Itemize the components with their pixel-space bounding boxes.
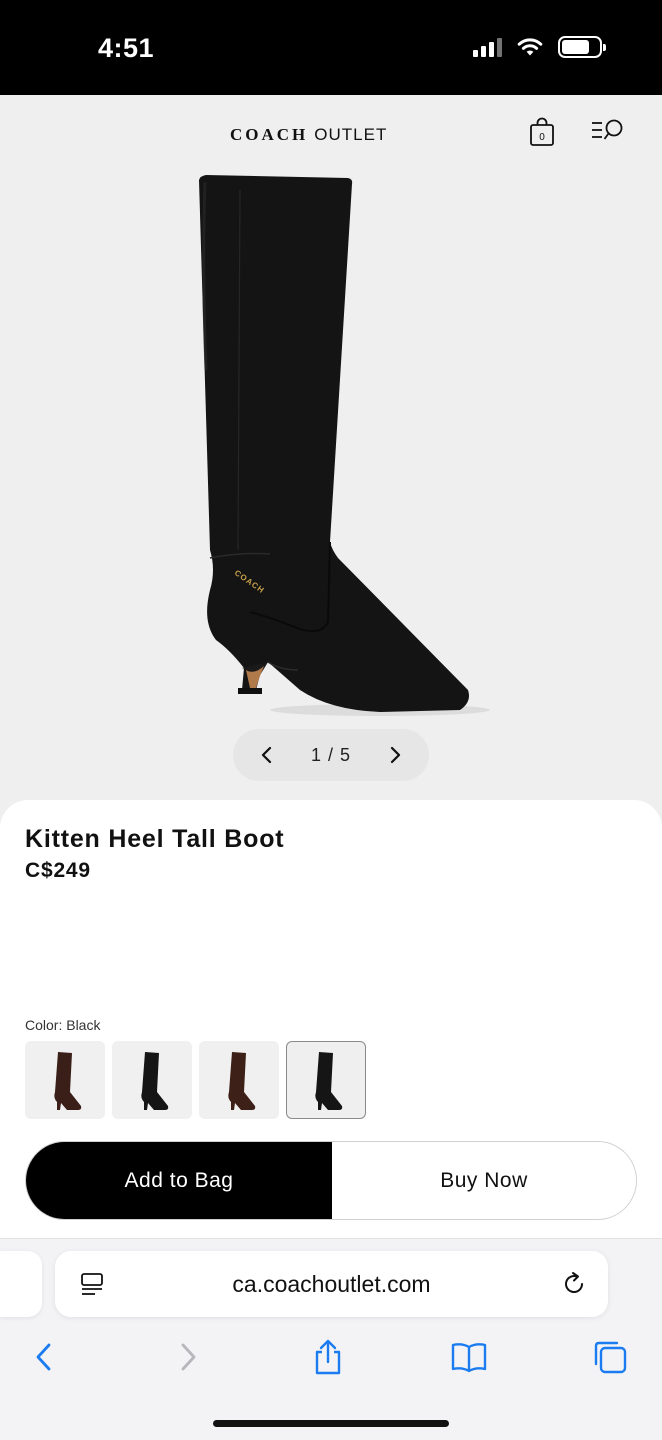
boot-thumbnail [54, 1052, 82, 1110]
status-icons [473, 36, 606, 58]
image-counter: 1 / 5 [310, 744, 352, 765]
brand-logo[interactable]: COACH OUTLET [230, 125, 387, 145]
tabs-button[interactable] [588, 1335, 632, 1379]
bookmarks-button[interactable] [447, 1335, 491, 1379]
add-to-bag-button[interactable]: Add to Bag [26, 1142, 332, 1219]
swatch-black[interactable] [112, 1041, 192, 1119]
reload-icon[interactable] [560, 1270, 588, 1298]
share-button[interactable] [306, 1335, 350, 1379]
product-info-card: Kitten Heel Tall Boot C$249 Color: Black… [0, 800, 662, 1240]
image-pager: 1 / 5 [233, 729, 429, 781]
bookmarks-icon [451, 1343, 487, 1373]
forward-icon [181, 1343, 196, 1371]
status-bar: 4:51 [0, 0, 662, 95]
tabs-icon [594, 1341, 627, 1374]
swatch-brown-2[interactable] [199, 1041, 279, 1119]
product-price: C$249 [25, 859, 91, 882]
cellular-signal-icon [473, 37, 502, 57]
product-title: Kitten Heel Tall Boot [25, 825, 285, 853]
share-icon [315, 1339, 341, 1375]
status-time: 4:51 [98, 33, 155, 63]
purchase-buttons: Add to Bag Buy Now [25, 1141, 637, 1220]
product-gallery[interactable]: COACH OUTLET 0 COACH 1 / 5 [0, 95, 662, 825]
forward-button[interactable] [166, 1335, 210, 1379]
browser-toolbar [0, 1335, 662, 1379]
chevron-left-icon [261, 746, 272, 764]
product-image[interactable]: COACH [180, 170, 490, 730]
boot-thumbnail [141, 1052, 169, 1110]
boot-thumbnail [315, 1052, 343, 1110]
previous-tab-peek[interactable] [0, 1251, 42, 1317]
boot-thumbnail [228, 1052, 256, 1110]
next-image-button[interactable] [379, 739, 411, 771]
wifi-icon [517, 38, 543, 56]
battery-icon [558, 36, 606, 58]
address-bar[interactable]: ca.coachoutlet.com [55, 1251, 608, 1317]
swatch-brown[interactable] [25, 1041, 105, 1119]
browser-bottom-bar: ca.coachoutlet.com [0, 1238, 662, 1440]
buy-now-button[interactable]: Buy Now [332, 1142, 636, 1219]
home-indicator [213, 1420, 449, 1427]
bag-count: 0 [539, 132, 545, 143]
brand-sub: OUTLET [314, 125, 388, 144]
shopping-bag-icon[interactable]: 0 [529, 117, 555, 147]
url-text[interactable]: ca.coachoutlet.com [55, 1271, 608, 1298]
back-button[interactable] [22, 1335, 66, 1379]
previous-image-button[interactable] [251, 739, 283, 771]
chevron-right-icon [390, 746, 401, 764]
color-label: Color: Black [25, 1017, 101, 1033]
color-swatches [25, 1041, 366, 1119]
brand-name: COACH [230, 125, 309, 144]
back-icon [36, 1343, 51, 1371]
swatch-black-selected[interactable] [286, 1041, 366, 1119]
menu-search-icon[interactable] [590, 119, 626, 143]
